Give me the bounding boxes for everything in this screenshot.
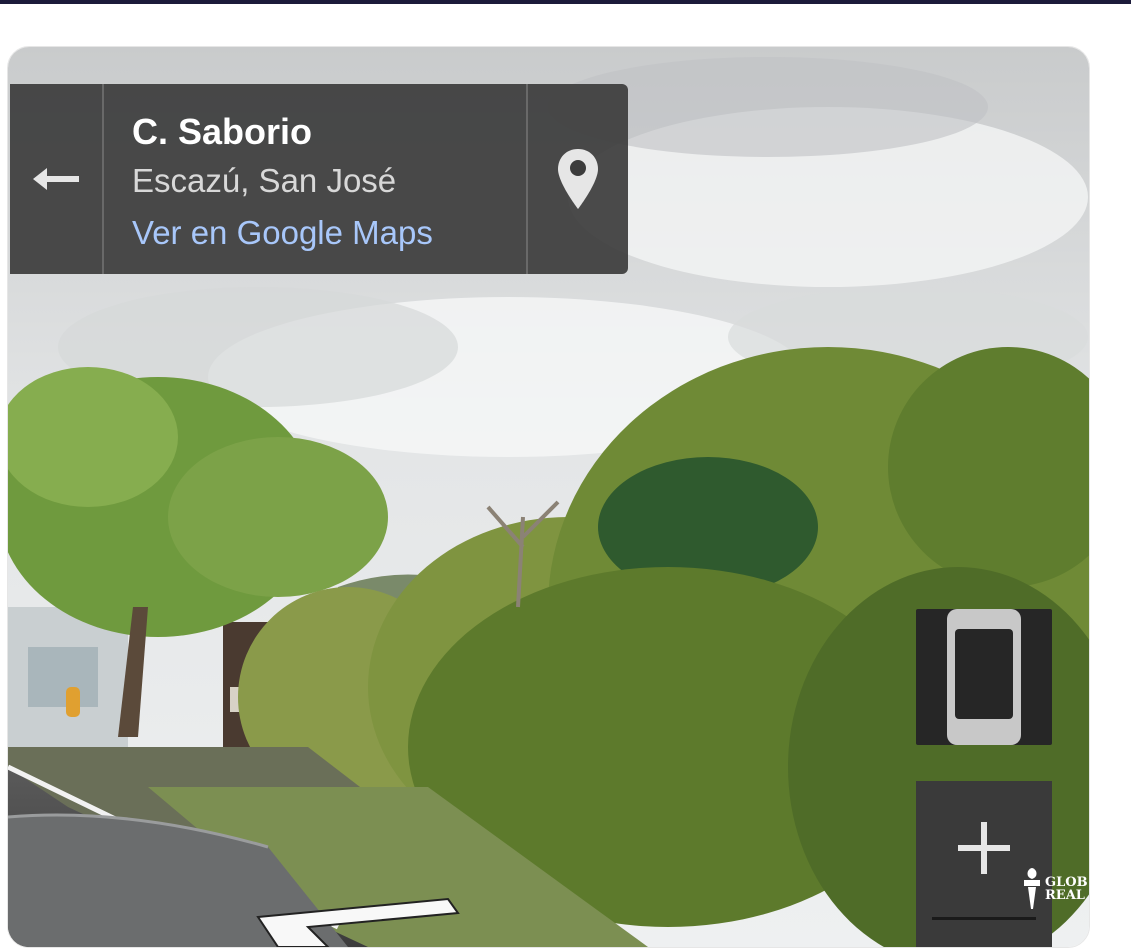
zoom-controls[interactable] [916, 781, 1052, 947]
street-view-frame[interactable]: C. Saborio Escazú, San José Ver en Googl… [7, 46, 1090, 948]
view-in-google-maps-link[interactable]: Ver en Google Maps [132, 208, 526, 258]
back-button[interactable] [10, 84, 104, 274]
map-pin-icon [558, 149, 598, 209]
location-details: C. Saborio Escazú, San José Ver en Googl… [104, 84, 528, 274]
location-info-card: C. Saborio Escazú, San José Ver en Googl… [10, 84, 628, 274]
top-bar [0, 0, 1131, 4]
device-orientation-button[interactable] [916, 609, 1052, 745]
watermark-logo: GLOB REAL [1022, 867, 1088, 911]
zoom-divider [932, 917, 1036, 920]
map-pin-button[interactable] [528, 84, 628, 274]
street-name: C. Saborio [132, 111, 313, 152]
plus-icon [958, 822, 1010, 874]
arrow-left-icon [33, 168, 79, 190]
torch-icon [1024, 868, 1040, 909]
phone-orientation-icon [947, 609, 1021, 745]
city-name: Escazú, San José [132, 162, 397, 199]
watermark-line-2: REAL [1045, 888, 1085, 903]
